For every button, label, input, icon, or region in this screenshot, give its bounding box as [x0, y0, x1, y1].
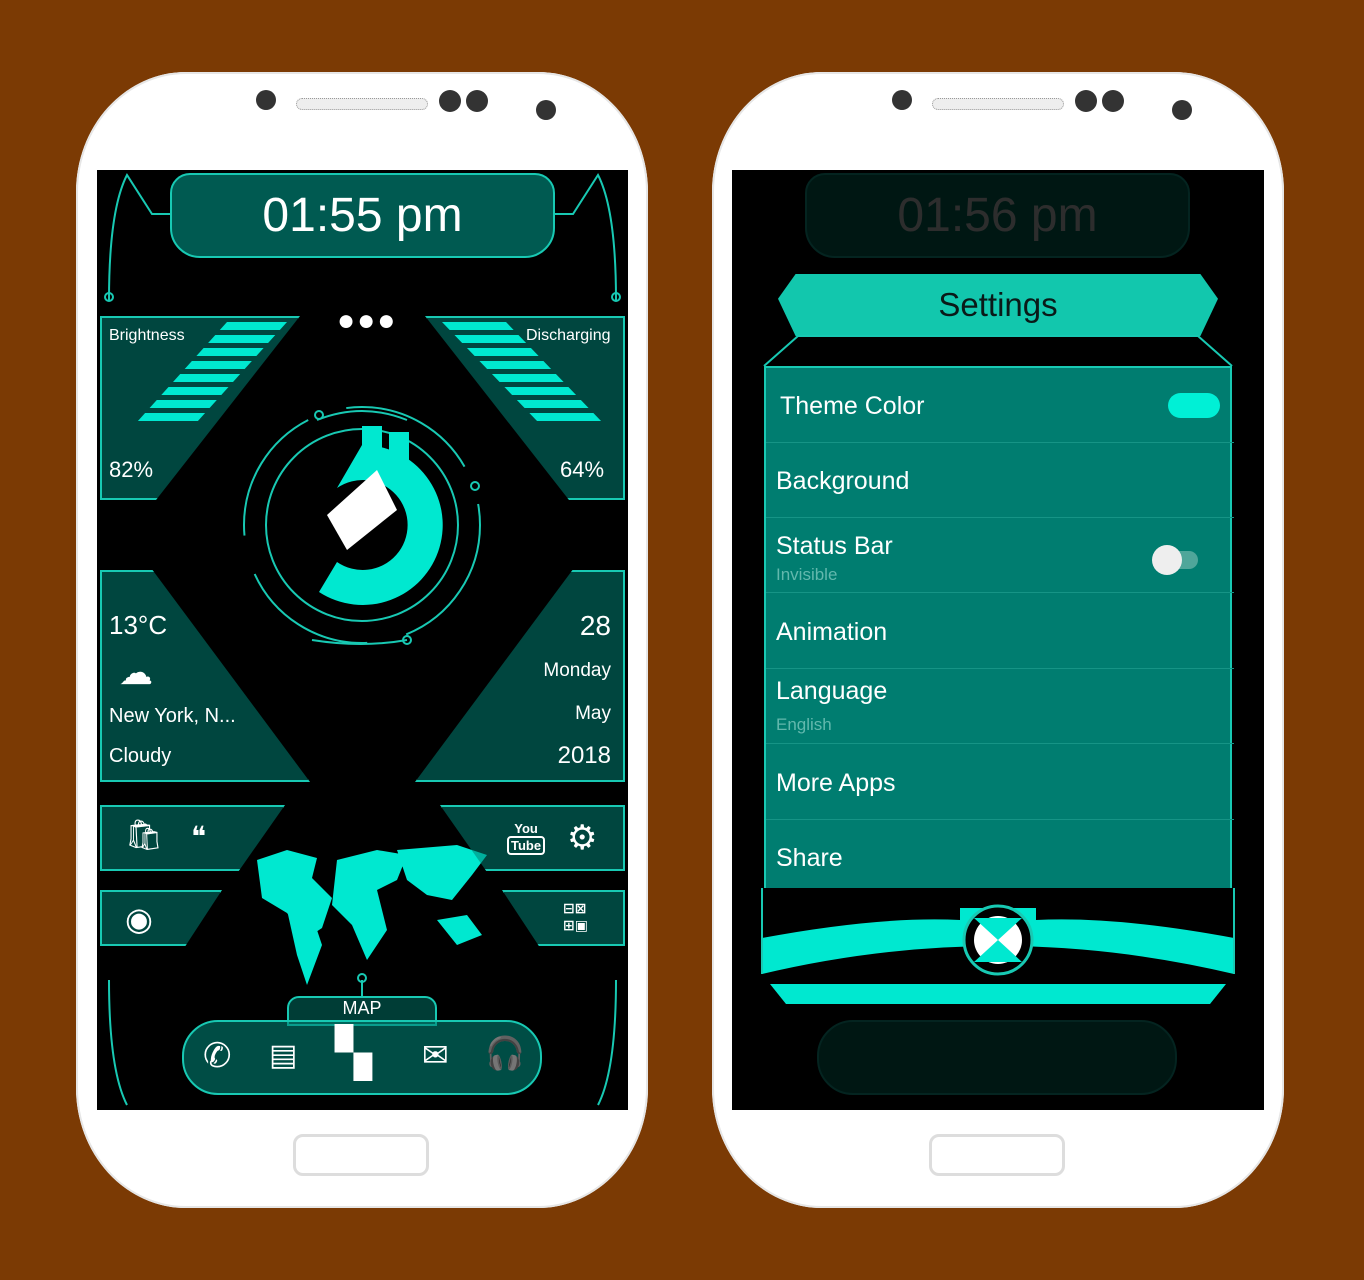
phone-icon[interactable]: ✆: [203, 1036, 232, 1076]
settings-title: Settings: [938, 286, 1058, 323]
youtube-icon[interactable]: You Tube: [507, 820, 546, 855]
status-bar-toggle[interactable]: [1152, 545, 1198, 575]
date-weekday: Monday: [543, 660, 611, 681]
phone-frame-right: 01:56 pm Settings Theme Color Background…: [712, 72, 1284, 1208]
apps-grid-icon[interactable]: ▚: [335, 1030, 372, 1078]
cloud-icon: ☁: [119, 654, 153, 692]
proximity-sensor: [536, 100, 556, 120]
settings-screen: 01:56 pm Settings Theme Color Background…: [732, 170, 1264, 1110]
settings-item-theme-color[interactable]: Theme Color: [766, 368, 1234, 443]
front-camera: [892, 90, 912, 110]
settings-item-label: Theme Color: [780, 392, 925, 420]
header-connector: [763, 335, 1233, 367]
phone-frame-left: 01:55 pm ●●● Brightness 82% Discharging …: [76, 72, 648, 1208]
clock-time: 01:55 pm: [262, 189, 463, 242]
calculator-icon[interactable]: ⊟⊠ ⊞▣: [563, 900, 588, 934]
date-day: 28: [579, 610, 611, 641]
headset-icon[interactable]: 🎧: [485, 1034, 525, 1072]
brightness-label: Brightness: [109, 327, 185, 344]
battery-label: Discharging: [526, 327, 611, 344]
play-store-icon[interactable]: 🛍: [125, 818, 163, 853]
settings-item-label: More Apps: [776, 769, 896, 797]
settings-item-background[interactable]: Background: [766, 443, 1234, 518]
settings-item-animation[interactable]: Animation: [766, 594, 1234, 669]
background-clock: 01:56 pm: [897, 189, 1098, 242]
speaker-grille: [296, 98, 428, 110]
mail-icon[interactable]: ✉: [422, 1036, 449, 1074]
settings-footer-decoration: [761, 888, 1235, 1004]
settings-item-label: Background: [776, 467, 910, 495]
sensor: [1102, 90, 1124, 112]
settings-gear-icon[interactable]: ⚙: [567, 818, 597, 858]
home-button[interactable]: [293, 1134, 429, 1176]
sensor: [466, 90, 488, 112]
settings-item-share[interactable]: Share: [766, 820, 1234, 890]
settings-item-more-apps[interactable]: More Apps: [766, 745, 1234, 820]
date-month: May: [575, 703, 611, 724]
hangouts-icon[interactable]: ❝: [191, 820, 206, 853]
sensor: [1075, 90, 1097, 112]
settings-item-label: Status Bar: [776, 532, 893, 560]
settings-list: Theme Color Background Status Bar Invisi…: [764, 366, 1234, 890]
background-dock: [817, 1020, 1177, 1095]
chrome-icon[interactable]: ◉: [125, 900, 153, 938]
home-screen: 01:55 pm ●●● Brightness 82% Discharging …: [97, 170, 628, 1110]
speaker-grille: [932, 98, 1064, 110]
settings-item-label: Animation: [776, 618, 888, 646]
front-camera: [256, 90, 276, 110]
settings-item-language[interactable]: Language English: [766, 669, 1234, 744]
home-button[interactable]: [929, 1134, 1065, 1176]
settings-item-status-bar[interactable]: Status Bar Invisible: [766, 518, 1234, 593]
proximity-sensor: [1172, 100, 1192, 120]
weather-condition: Cloudy: [109, 745, 172, 767]
settings-item-sublabel: English: [776, 715, 832, 734]
settings-item-label: Language: [776, 677, 888, 705]
settings-item-label: Share: [776, 844, 843, 872]
theme-color-swatch[interactable]: [1168, 393, 1220, 418]
map-label: MAP: [342, 998, 382, 1018]
brightness-value: 82%: [109, 457, 154, 482]
youtube-label-top: You: [514, 821, 538, 836]
message-icon[interactable]: ▤: [269, 1038, 297, 1073]
battery-value: 64%: [560, 457, 605, 482]
weather-temp: 13°C: [109, 610, 168, 640]
youtube-label-bottom: Tube: [507, 836, 546, 855]
date-year: 2018: [557, 742, 611, 769]
sensor: [439, 90, 461, 112]
settings-item-sublabel: Invisible: [776, 565, 838, 584]
weather-location: New York, N...: [109, 705, 236, 727]
toggle-knob: [1152, 545, 1182, 575]
more-dots-icon[interactable]: ●●●: [337, 304, 397, 338]
